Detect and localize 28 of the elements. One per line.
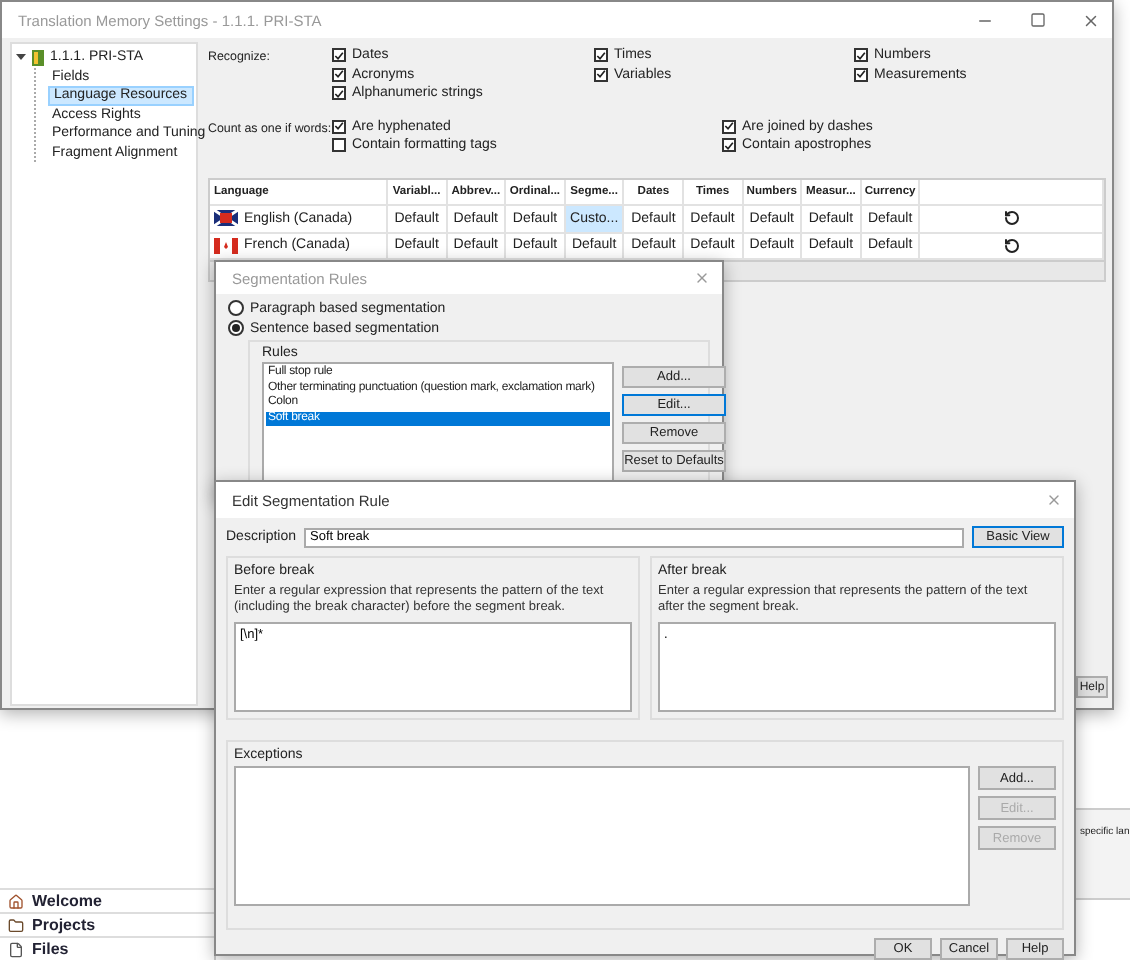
flag-icon	[214, 237, 238, 254]
close-icon[interactable]	[1082, 11, 1100, 29]
checkbox[interactable]	[594, 67, 608, 82]
radio-button[interactable]	[228, 320, 244, 336]
flag-icon	[214, 210, 238, 227]
close-icon[interactable]	[694, 270, 710, 286]
checkbox[interactable]	[854, 48, 868, 63]
checkbox[interactable]	[332, 86, 346, 101]
checkbox[interactable]	[722, 119, 736, 134]
nav-item[interactable]: Welcome	[0, 888, 214, 912]
checkbox[interactable]	[332, 119, 346, 134]
reset-icon[interactable]	[1003, 210, 1020, 227]
file-icon	[8, 941, 24, 957]
close-icon[interactable]	[1046, 492, 1062, 508]
maximize-icon[interactable]	[1030, 12, 1046, 28]
checkbox[interactable]	[332, 138, 346, 153]
checkbox[interactable]	[854, 67, 868, 82]
nav-item[interactable]: Projects	[0, 912, 214, 936]
checkbox[interactable]	[594, 48, 608, 63]
checkbox[interactable]	[332, 67, 346, 82]
expand-arrow-icon[interactable]	[16, 52, 26, 63]
nav-item[interactable]: Files	[0, 936, 214, 960]
reset-icon[interactable]	[1003, 237, 1020, 254]
house-icon	[8, 893, 24, 909]
checkbox[interactable]	[722, 138, 736, 153]
folder-icon	[8, 917, 24, 933]
checkbox[interactable]	[332, 48, 346, 63]
radio-button[interactable]	[228, 300, 244, 316]
